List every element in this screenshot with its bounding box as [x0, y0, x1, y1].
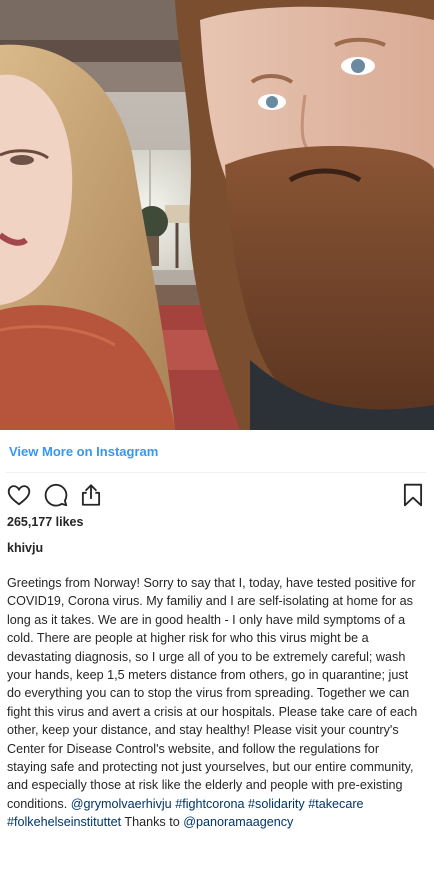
post-caption: Greetings from Norway! Sorry to say that…	[7, 574, 422, 832]
divider	[6, 472, 426, 473]
view-more-on-instagram-link[interactable]: View More on Instagram	[9, 444, 158, 459]
caption-text: Greetings from Norway! Sorry to say that…	[7, 576, 418, 811]
hashtag-link[interactable]: #solidarity	[248, 797, 305, 811]
caption-thanks: Thanks to	[124, 815, 180, 830]
hashtag-link[interactable]: #takecare	[308, 797, 363, 811]
hashtag-link[interactable]: #fightcorona	[175, 797, 244, 811]
mention-link[interactable]: @panoramaagency	[183, 815, 293, 829]
hashtag-link[interactable]: #folkehelseinstituttet	[7, 815, 121, 829]
bookmark-icon[interactable]	[400, 482, 426, 508]
share-icon[interactable]	[78, 482, 104, 508]
selfie-image	[0, 0, 434, 430]
mention-link[interactable]: @grymolvaerhivju	[71, 797, 172, 811]
username[interactable]: khivju	[7, 541, 43, 555]
likes-count[interactable]: 265,177 likes	[7, 515, 83, 529]
action-bar	[6, 482, 426, 508]
heart-icon[interactable]	[6, 482, 32, 508]
comment-icon[interactable]	[43, 482, 69, 508]
post-photo[interactable]	[0, 0, 434, 430]
